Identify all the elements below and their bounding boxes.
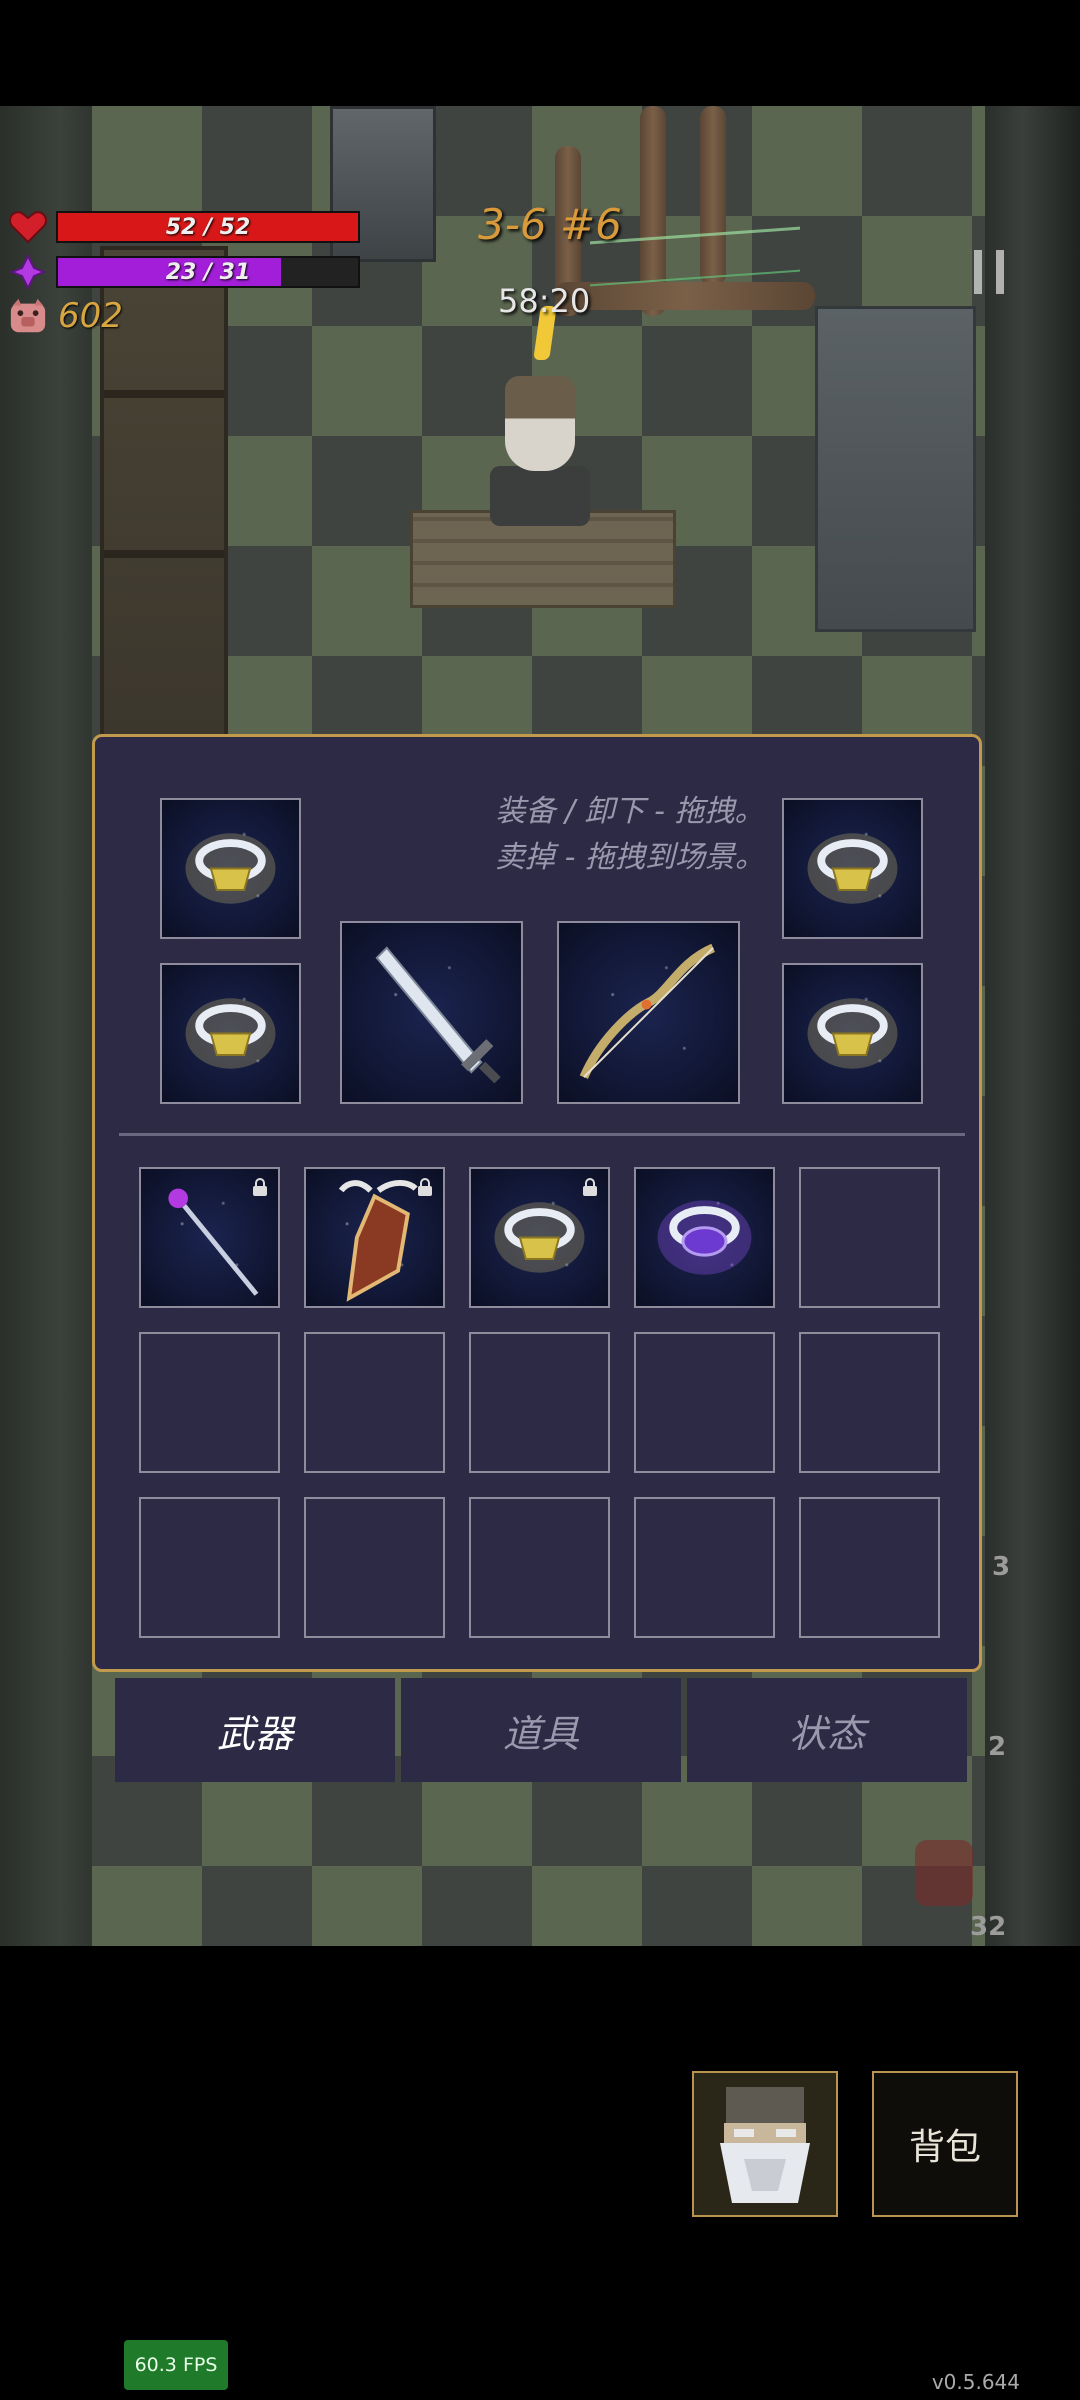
npc-body bbox=[490, 466, 590, 526]
equip-slot-weapon-main[interactable] bbox=[340, 921, 523, 1104]
bag-slot-9[interactable] bbox=[634, 1332, 775, 1473]
alchemy-machine bbox=[815, 306, 976, 632]
sword-icon bbox=[375, 946, 501, 1084]
heart-icon bbox=[8, 207, 48, 247]
bag-slot-1[interactable] bbox=[139, 1167, 280, 1308]
npc-dwarf[interactable] bbox=[505, 376, 575, 471]
bag-slot-12[interactable] bbox=[304, 1497, 445, 1638]
pipe bbox=[555, 282, 815, 310]
inventory-divider bbox=[119, 1133, 965, 1136]
bag-slot-13[interactable] bbox=[469, 1497, 610, 1638]
equip-slot-ring-1[interactable] bbox=[160, 798, 301, 939]
bag-slot-6[interactable] bbox=[139, 1332, 280, 1473]
bow-icon bbox=[579, 943, 716, 1079]
bag-slot-7[interactable] bbox=[304, 1332, 445, 1473]
hint-line-sell: 卖掉 - 拖拽到场景。 bbox=[495, 840, 765, 875]
tab-status[interactable]: 状态 bbox=[687, 1678, 967, 1782]
gold-row: 602 bbox=[8, 296, 123, 336]
bag-slot-11[interactable] bbox=[139, 1497, 280, 1638]
character-portrait-button[interactable] bbox=[692, 2071, 838, 2217]
bag-slot-5[interactable] bbox=[799, 1167, 940, 1308]
side-counter: 3 bbox=[992, 1552, 1011, 1582]
ring-icon bbox=[807, 833, 898, 904]
potion-icon[interactable] bbox=[915, 1840, 973, 1906]
lock-icon bbox=[418, 1178, 432, 1196]
bag-slot-15[interactable] bbox=[799, 1497, 940, 1638]
purple-ring-icon bbox=[657, 1200, 752, 1275]
stage-label: 3-6 #6 bbox=[478, 200, 622, 249]
equip-slot-ring-3[interactable] bbox=[782, 798, 923, 939]
mp-text: 23 / 31 bbox=[165, 259, 251, 285]
equip-slot-ring-4[interactable] bbox=[782, 963, 923, 1104]
pig-icon bbox=[8, 296, 48, 336]
tab-weapons[interactable]: 武器 bbox=[115, 1678, 395, 1782]
lock-icon bbox=[583, 1178, 597, 1196]
bag-slot-10[interactable] bbox=[799, 1332, 940, 1473]
potion-counter: 32 bbox=[970, 1912, 1007, 1942]
timer: 58:20 bbox=[498, 282, 591, 320]
hp-row: 52 / 52 bbox=[8, 207, 360, 247]
ring-icon bbox=[185, 833, 276, 904]
bag-slot-3[interactable] bbox=[469, 1167, 610, 1308]
pause-button[interactable] bbox=[974, 250, 1004, 294]
bag-slot-4[interactable] bbox=[634, 1167, 775, 1308]
equip-slot-weapon-off[interactable] bbox=[557, 921, 740, 1104]
hint-line-equip: 装备 / 卸下 - 拖拽。 bbox=[495, 794, 765, 829]
bag-slot-8[interactable] bbox=[469, 1332, 610, 1473]
hp-bar: 52 / 52 bbox=[56, 211, 360, 243]
inventory-hint: 装备 / 卸下 - 拖拽。 卖掉 - 拖拽到场景。 bbox=[425, 789, 835, 881]
backpack-button[interactable]: 背包 bbox=[872, 2071, 1018, 2217]
gold-counter: 602 bbox=[58, 296, 123, 336]
mp-bar: 23 / 31 bbox=[56, 256, 360, 288]
ring-icon bbox=[185, 998, 276, 1069]
bag-slot-14[interactable] bbox=[634, 1497, 775, 1638]
ring-icon bbox=[807, 998, 898, 1069]
fps-counter: 60.3 FPS bbox=[124, 2340, 228, 2390]
bag-slot-2[interactable] bbox=[304, 1167, 445, 1308]
mana-crystal-icon bbox=[8, 252, 48, 292]
version-label: v0.5.644 bbox=[931, 2370, 1020, 2394]
right-wall bbox=[985, 106, 1080, 1946]
dwarf-portrait-icon bbox=[720, 2087, 810, 2203]
equip-slot-ring-2[interactable] bbox=[160, 963, 301, 1104]
lock-icon bbox=[253, 1178, 267, 1196]
hp-text: 52 / 52 bbox=[165, 214, 251, 240]
side-counter: 2 bbox=[988, 1732, 1007, 1762]
tab-items[interactable]: 道具 bbox=[401, 1678, 681, 1782]
inventory-panel: 装备 / 卸下 - 拖拽。 卖掉 - 拖拽到场景。 bbox=[92, 734, 982, 1672]
mp-row: 23 / 31 bbox=[8, 252, 360, 292]
